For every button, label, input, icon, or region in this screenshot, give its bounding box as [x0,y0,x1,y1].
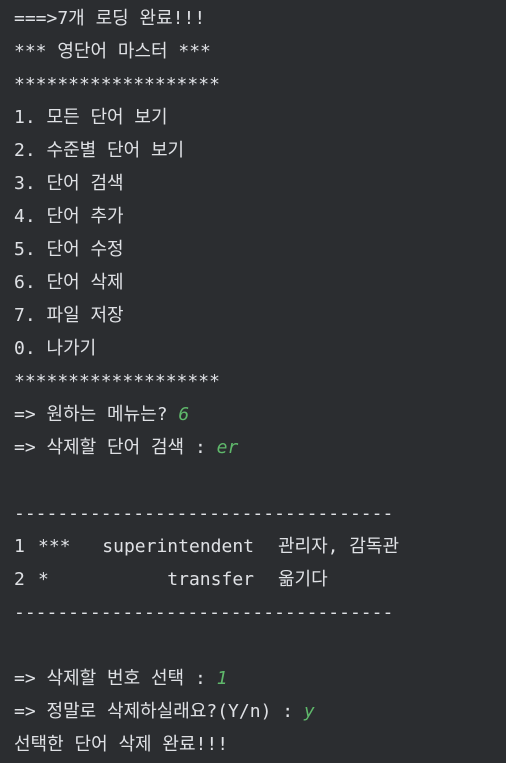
star-divider-top: ******************* [14,74,220,95]
app-title: *** 영단어 마스터 *** [14,41,211,62]
search-prompt-line: => 삭제할 단어 검색 : er [14,431,506,464]
menu-input[interactable]: 6 [178,404,189,425]
menu-item-view-all: 1. 모든 단어 보기 [14,107,168,128]
result-word: superintendent [102,536,254,557]
dash-divider-bottom: ----------------------------------- [14,602,394,623]
menu-prompt: => 원하는 메뉴는? [14,404,179,425]
result-word: transfer [167,569,254,590]
result-num: 1 [14,536,25,557]
result-row: 1 *** superintendent 관리자, 감독관 [14,530,506,563]
result-row: 2 * transfer 옮기다 [14,563,506,596]
confirm-prompt: => 정말로 삭제하실래요?(Y/n) : [14,701,304,722]
done-message: 선택한 단어 삭제 완료!!! [14,734,229,755]
menu-item-view-by-level: 2. 수준별 단어 보기 [14,140,185,161]
menu-item-search: 3. 단어 검색 [14,173,124,194]
console-output[interactable]: ===>7개 로딩 완료!!! *** 영단어 마스터 *** ********… [0,0,506,763]
result-num: 2 [14,569,25,590]
menu-item-exit: 0. 나가기 [14,338,97,359]
dash-divider-top: ----------------------------------- [14,503,394,524]
result-meaning: 관리자, 감독관 [278,536,400,557]
menu-item-save: 7. 파일 저장 [14,305,124,326]
menu-prompt-line: => 원하는 메뉴는? 6 [14,398,506,431]
confirm-prompt-line: => 정말로 삭제하실래요?(Y/n) : y [14,695,506,728]
result-level: * [38,569,49,590]
search-prompt: => 삭제할 단어 검색 : [14,437,217,458]
delete-num-prompt: => 삭제할 번호 선택 : [14,668,217,689]
menu-item-delete: 6. 단어 삭제 [14,272,124,293]
menu-item-add: 4. 단어 추가 [14,206,124,227]
result-meaning: 옮기다 [278,569,328,590]
delete-num-prompt-line: => 삭제할 번호 선택 : 1 [14,662,506,695]
menu-item-edit: 5. 단어 수정 [14,239,124,260]
result-level: *** [38,536,71,557]
confirm-input[interactable]: y [304,701,315,722]
delete-num-input[interactable]: 1 [217,668,228,689]
search-input[interactable]: er [217,437,239,458]
star-divider-bottom: ******************* [14,371,220,392]
load-message: ===>7개 로딩 완료!!! [14,8,206,29]
